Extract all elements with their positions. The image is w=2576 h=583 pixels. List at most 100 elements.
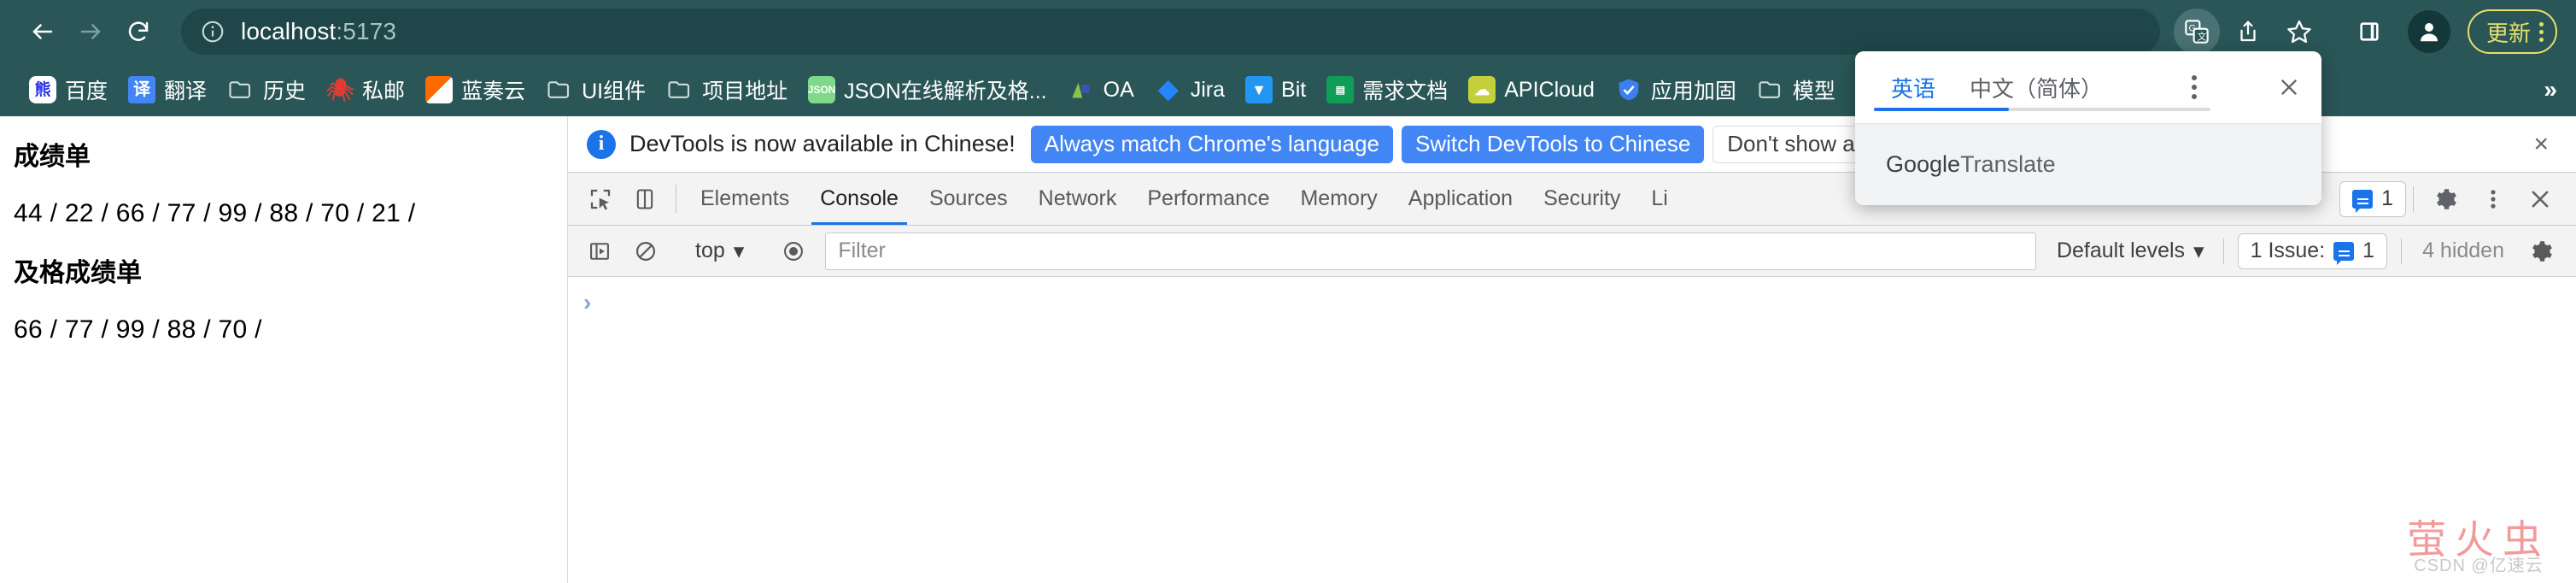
info-circle-icon[interactable] — [200, 19, 225, 44]
bookmark-simail[interactable]: 🕷 私邮 — [316, 69, 415, 110]
filter-input[interactable]: Filter — [825, 232, 2036, 270]
tab-security[interactable]: Security — [1528, 173, 1636, 225]
folder-icon — [227, 76, 255, 103]
page-heading-passing-scorecard: 及格成绩单 — [14, 259, 142, 287]
folder-icon — [666, 76, 694, 103]
translate-tab-target[interactable]: 中文（简体） — [1952, 51, 2120, 123]
address-bar[interactable]: localhost:5173 — [181, 9, 2160, 55]
devtools-tabbar-actions: 1 — [2339, 173, 2576, 225]
execution-context-select[interactable]: top ▾ — [687, 238, 752, 264]
translate-popup-footer: Google Translate — [1855, 123, 2321, 205]
shield-icon — [1615, 76, 1642, 103]
page-scores-passing: 66 / 77 / 99 / 88 / 70 / — [14, 315, 262, 344]
bookmark-fanyi[interactable]: 译翻译 — [118, 69, 217, 110]
bookmark-lanzou[interactable]: 蓝奏云 — [415, 69, 536, 110]
folder-icon — [546, 76, 573, 103]
gear-icon[interactable] — [2421, 186, 2470, 212]
watermark-main: 萤火虫 — [2407, 518, 2550, 562]
kebab-menu-icon[interactable] — [2539, 21, 2544, 42]
console-issues-badge[interactable]: 1 Issue: 1 — [2237, 233, 2388, 269]
docs-icon: ▤ — [1326, 76, 1355, 103]
bookmarks-overflow-button[interactable]: » — [2544, 76, 2557, 103]
address-bar-text: localhost:5173 — [241, 18, 396, 45]
share-icon[interactable] — [2225, 9, 2271, 55]
simail-icon: 🕷 — [326, 77, 354, 103]
bookmark-model[interactable]: 模型 — [1747, 69, 1846, 110]
clear-console-icon[interactable] — [623, 228, 669, 274]
bookmark-label: 百度 — [65, 80, 108, 103]
issues-label: 1 Issue: — [2250, 238, 2326, 262]
watermark-sub: CSDN @亿速云 — [2414, 556, 2544, 575]
json-icon: JSON — [808, 76, 836, 103]
side-panel-icon[interactable] — [2346, 9, 2392, 55]
bookmark-label: 历史 — [263, 80, 307, 103]
issue-message-icon — [2352, 189, 2374, 213]
divider — [2401, 238, 2403, 264]
watermark: 萤火虫 CSDN @亿速云 — [2407, 509, 2550, 576]
bookmark-baidu[interactable]: 熊百度 — [19, 69, 118, 110]
bookmark-history[interactable]: 历史 — [217, 69, 316, 110]
bookmark-project-url[interactable]: 项目地址 — [656, 69, 798, 110]
avatar[interactable] — [2407, 10, 2450, 53]
bookmark-requirements-doc[interactable]: ▤ 需求文档 — [1316, 69, 1458, 110]
translate-tab-source[interactable]: 英语 — [1874, 51, 1952, 123]
bookmark-json-parser[interactable]: JSON JSON在线解析及格... — [798, 69, 1057, 110]
switch-devtools-to-chinese-button[interactable]: Switch DevTools to Chinese — [1402, 125, 1705, 163]
tab-elements[interactable]: Elements — [685, 173, 805, 225]
close-icon[interactable] — [2516, 187, 2564, 211]
url-host: localhost — [241, 18, 337, 44]
log-levels-value: Default levels — [2056, 238, 2186, 262]
tab-console[interactable]: Console — [805, 173, 914, 225]
infobar-message: DevTools is now available in Chinese! — [629, 131, 1016, 156]
page-scores-all: 44 / 22 / 66 / 77 / 99 / 88 / 70 / 21 / — [14, 199, 416, 227]
page-viewport: 成绩单 44 / 22 / 66 / 77 / 99 / 88 / 70 / 2… — [0, 116, 568, 583]
tab-sources[interactable]: Sources — [914, 173, 1023, 225]
console-prompt-icon[interactable]: › — [568, 277, 2576, 316]
bookmark-bit[interactable]: ▼ Bit — [1235, 71, 1316, 109]
reload-button[interactable] — [114, 8, 162, 56]
info-icon: i — [587, 129, 616, 159]
update-label: 更新 — [2485, 20, 2531, 46]
fanyi-icon: 译 — [128, 76, 156, 103]
tab-network[interactable]: Network — [1023, 173, 1133, 225]
bookmark-apicloud[interactable]: ☁ APICloud — [1458, 71, 1605, 109]
bookmark-star-icon[interactable] — [2276, 9, 2322, 55]
bit-icon: ▼ — [1245, 76, 1273, 103]
console-message-area[interactable]: › 萤火虫 CSDN @亿速云 — [568, 277, 2576, 583]
gear-icon[interactable] — [2518, 228, 2564, 274]
live-expression-icon[interactable] — [770, 228, 817, 274]
tab-application[interactable]: Application — [1393, 173, 1528, 225]
google-brand-label: Google — [1886, 151, 1961, 177]
back-button[interactable] — [19, 8, 67, 56]
update-button[interactable]: 更新 — [2467, 9, 2557, 54]
apicloud-icon: ☁ — [1468, 76, 1496, 103]
always-match-chrome-language-button[interactable]: Always match Chrome's language — [1030, 125, 1394, 163]
reload-icon — [128, 21, 149, 41]
tab-lighthouse[interactable]: Li — [1636, 173, 1683, 225]
kebab-menu-icon[interactable] — [2183, 75, 2205, 99]
translate-brand-label: Translate — [1960, 151, 2056, 177]
issues-badge[interactable]: 1 — [2339, 180, 2406, 217]
baidu-icon: 熊 — [29, 76, 56, 103]
bookmark-oa[interactable]: OA — [1057, 71, 1145, 109]
tab-performance[interactable]: Performance — [1132, 173, 1285, 225]
issue-message-icon — [2333, 241, 2355, 265]
device-toolbar-icon[interactable] — [623, 173, 667, 225]
oa-icon — [1068, 76, 1095, 103]
translate-icon[interactable]: G 文 — [2173, 9, 2220, 55]
close-icon[interactable]: × — [2521, 130, 2561, 159]
toolbar-actions: G 文 更新 — [2173, 9, 2557, 55]
kebab-menu-icon[interactable] — [2470, 186, 2516, 212]
bookmark-app-hardening[interactable]: 应用加固 — [1605, 69, 1747, 110]
inspect-element-icon[interactable] — [578, 173, 623, 225]
close-icon[interactable] — [2269, 75, 2310, 99]
bookmark-ui-components[interactable]: UI组件 — [536, 69, 656, 110]
console-sidebar-icon[interactable] — [577, 228, 623, 274]
bookmark-label: 应用加固 — [1650, 80, 1736, 103]
bookmark-jira[interactable]: ◆ Jira — [1145, 71, 1235, 109]
forward-button[interactable] — [67, 8, 114, 56]
chevron-down-icon: ▾ — [2193, 238, 2204, 263]
log-levels-select[interactable]: Default levels ▾ — [2045, 238, 2216, 264]
bookmark-label: 模型 — [1792, 80, 1835, 103]
tab-memory[interactable]: Memory — [1285, 173, 1392, 225]
